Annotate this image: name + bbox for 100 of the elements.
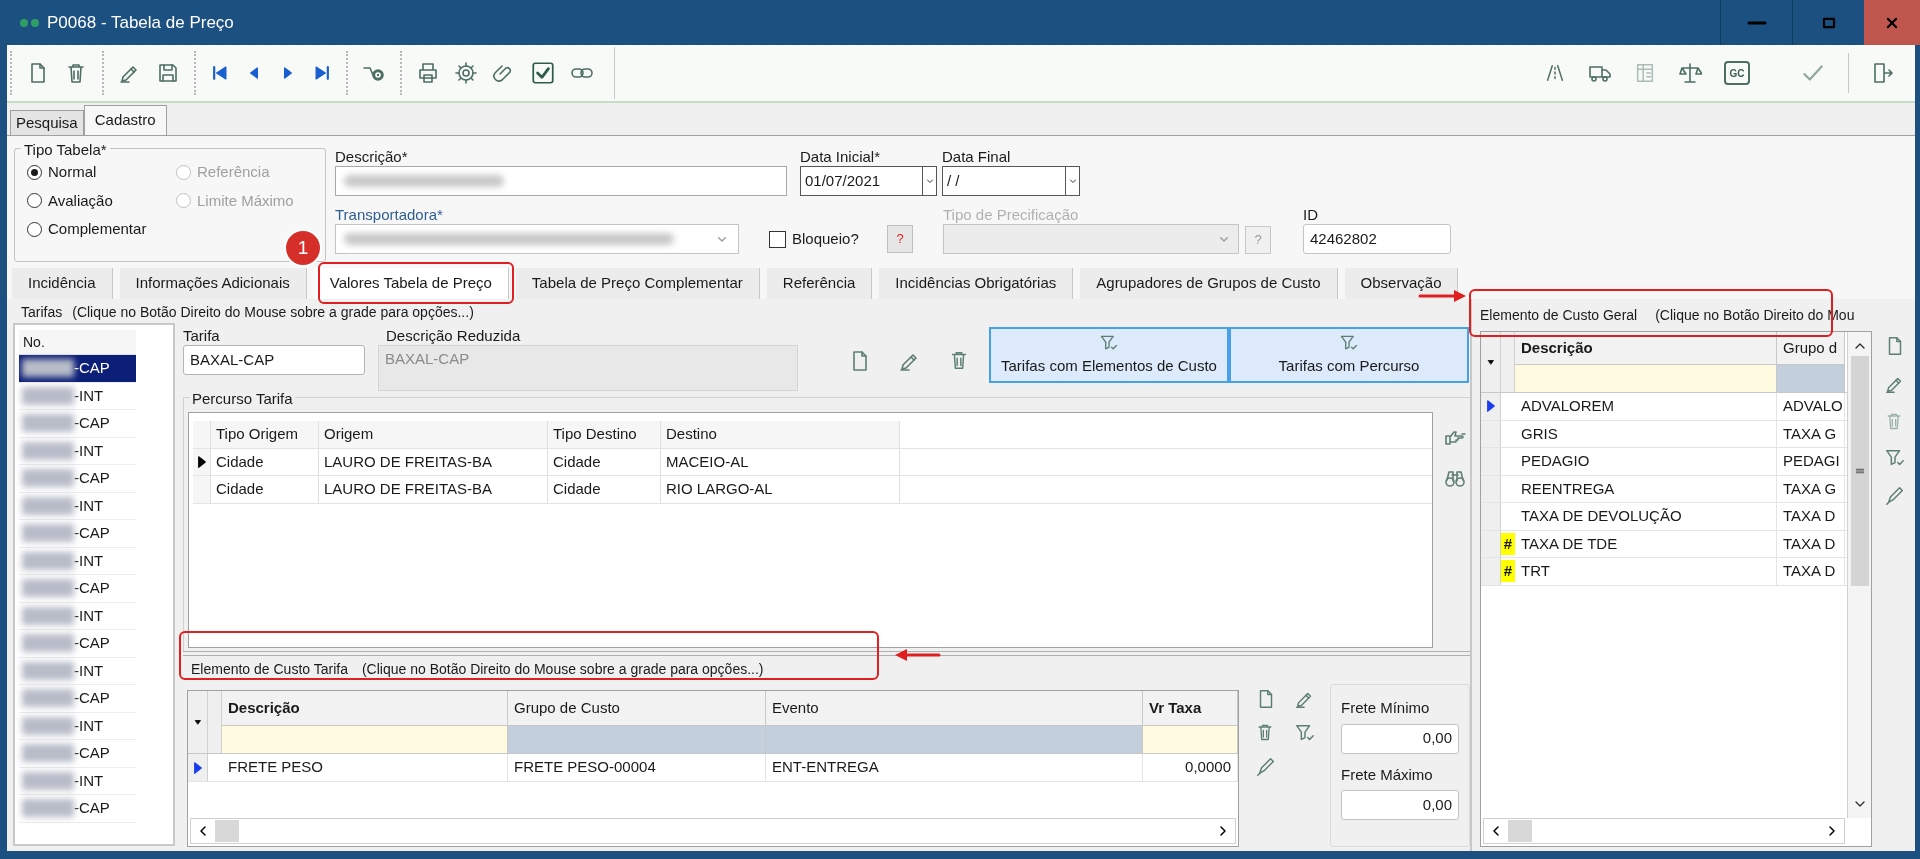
filter-cell[interactable] bbox=[508, 725, 766, 753]
column-header: Evento bbox=[766, 691, 1143, 725]
dropdown-field[interactable] bbox=[335, 224, 739, 254]
flag-marker: # bbox=[1501, 560, 1515, 583]
table-cell: ADVALOREM bbox=[1515, 393, 1777, 420]
scrollbar-thumb[interactable] bbox=[1850, 356, 1869, 586]
window-title: P0068 - Tabela de Preço bbox=[47, 11, 234, 34]
gc-button[interactable]: GC bbox=[1724, 61, 1750, 85]
checkbox-icon[interactable] bbox=[530, 60, 556, 86]
column-header: Grupo d bbox=[1777, 332, 1845, 364]
blurred-text bbox=[22, 551, 74, 570]
vertical-scrollbar[interactable] bbox=[1847, 332, 1871, 818]
column-header: Grupo de Custo bbox=[508, 691, 766, 725]
first-record-icon[interactable] bbox=[210, 63, 230, 83]
field-label: Data Inicial* bbox=[800, 147, 882, 166]
tab[interactable]: Valores Tabela de Preço bbox=[313, 268, 509, 299]
tab[interactable]: Informações Adicionais bbox=[119, 268, 307, 299]
table-cell: TAXA DE TDE bbox=[1515, 530, 1777, 557]
column-header: Origem bbox=[319, 421, 548, 448]
list-item[interactable]: -CAP bbox=[19, 355, 136, 383]
field-label: Descrição* bbox=[335, 147, 409, 166]
column-header: Vr Taxa bbox=[1143, 691, 1238, 725]
table-cell: TAXA DE DEVOLUÇÃO bbox=[1515, 503, 1777, 530]
road-icon[interactable] bbox=[1544, 62, 1566, 84]
table-cell: TAXA D bbox=[1777, 530, 1845, 557]
pen-icon[interactable] bbox=[1884, 485, 1906, 507]
field-label: Data Final bbox=[942, 147, 1012, 166]
tab[interactable]: Incidências Obrigatórias bbox=[879, 268, 1074, 299]
tab[interactable]: Tabela de Preço Complementar bbox=[515, 268, 760, 299]
table-cell: MACEIO-AL bbox=[661, 448, 900, 475]
table-cell: Cidade bbox=[548, 476, 661, 503]
filter-toggle[interactable] bbox=[188, 691, 208, 753]
table-cell: GRIS bbox=[1515, 420, 1777, 447]
filter-toggle[interactable] bbox=[1481, 332, 1501, 392]
column-header: Tipo Origem bbox=[211, 421, 319, 448]
filter-cell[interactable] bbox=[1515, 364, 1777, 392]
blurred-text bbox=[22, 441, 74, 460]
checkbox[interactable]: Bloqueio? bbox=[769, 227, 859, 251]
blurred-text bbox=[22, 661, 74, 680]
tab[interactable]: Pesquisa bbox=[10, 110, 84, 135]
radio-button[interactable]: Avaliação bbox=[27, 189, 176, 212]
table-cell: REENTREGA bbox=[1515, 475, 1777, 502]
close-button[interactable] bbox=[1864, 0, 1920, 45]
flag-marker: # bbox=[1501, 532, 1515, 555]
input-field[interactable]: 42462802 bbox=[1303, 224, 1451, 254]
minimize-icon bbox=[1746, 20, 1767, 25]
save-icon[interactable] bbox=[156, 61, 180, 85]
date-field[interactable]: 01/07/2021 bbox=[800, 166, 937, 196]
blurred-text bbox=[22, 496, 74, 515]
date-field[interactable]: / / bbox=[942, 166, 1080, 196]
settings-icon[interactable] bbox=[454, 61, 478, 85]
radio-button[interactable]: Normal bbox=[27, 161, 176, 184]
horizontal-scrollbar[interactable] bbox=[190, 818, 1236, 844]
blurred-text bbox=[22, 606, 74, 625]
blurred-text bbox=[22, 469, 74, 488]
table-cell: LAURO DE FREITAS-BA bbox=[319, 476, 548, 503]
blurred-text bbox=[22, 524, 74, 543]
blurred-text bbox=[22, 771, 74, 790]
tab[interactable]: Cadastro bbox=[83, 105, 167, 135]
input-field[interactable] bbox=[335, 166, 787, 196]
field-label: Transportadora* bbox=[335, 205, 444, 224]
table-cell: 0,0000 bbox=[1143, 754, 1238, 781]
section-title: Elemento de Custo Tarifa bbox=[191, 659, 348, 679]
section-title: Tarifas bbox=[21, 302, 63, 322]
filter-button[interactable]: Tarifas com Elementos de Custo bbox=[989, 327, 1229, 383]
input-field[interactable]: 0,00 bbox=[1341, 723, 1459, 754]
filter-button[interactable]: Tarifas com Percurso bbox=[1229, 327, 1469, 383]
radio-button[interactable]: Complementar bbox=[27, 218, 176, 241]
table-cell: PEDAGI bbox=[1777, 448, 1845, 475]
tab[interactable]: Referência bbox=[766, 268, 873, 299]
horizontal-scrollbar[interactable] bbox=[1483, 818, 1845, 844]
scrollbar-thumb[interactable] bbox=[1508, 820, 1532, 842]
tab[interactable]: Incidência bbox=[12, 268, 113, 299]
field-label: Tipo de Precificação bbox=[943, 205, 1080, 224]
input-field[interactable]: BAXAL-CAP bbox=[183, 345, 365, 375]
table-cell: TAXA D bbox=[1777, 503, 1845, 530]
arrow-icon bbox=[893, 647, 943, 663]
filter-cell[interactable] bbox=[222, 725, 508, 753]
column-header: No. bbox=[19, 330, 136, 355]
pen-icon[interactable] bbox=[1255, 756, 1277, 778]
blurred-text bbox=[22, 744, 74, 763]
exit-icon[interactable] bbox=[1871, 61, 1895, 85]
column-header bbox=[1501, 332, 1515, 364]
balance-scale-icon[interactable] bbox=[1678, 61, 1702, 85]
hint-text: (Clique no Botão Direito do Mouse sobre a grade para opções...) bbox=[72, 302, 474, 322]
readonly-field: BAXAL-CAP bbox=[378, 345, 798, 391]
tab[interactable]: Agrupadores de Grupos de Custo bbox=[1080, 268, 1338, 299]
filter-cell[interactable] bbox=[1777, 364, 1845, 392]
scrollbar-thumb[interactable] bbox=[215, 820, 239, 842]
table-cell: FRETE PESO bbox=[222, 754, 508, 781]
input-field[interactable]: 0,00 bbox=[1341, 790, 1459, 820]
help-button[interactable]: ? bbox=[887, 225, 913, 253]
blurred-text bbox=[22, 414, 74, 433]
table-cell: RIO LARGO-AL bbox=[661, 476, 900, 503]
tab[interactable]: Observação bbox=[1344, 268, 1459, 299]
blurred-text bbox=[22, 689, 74, 708]
blurred-text bbox=[22, 716, 74, 735]
filter-cell[interactable] bbox=[766, 725, 1143, 753]
filter-cell[interactable] bbox=[1143, 725, 1238, 753]
print-icon[interactable] bbox=[416, 61, 440, 85]
